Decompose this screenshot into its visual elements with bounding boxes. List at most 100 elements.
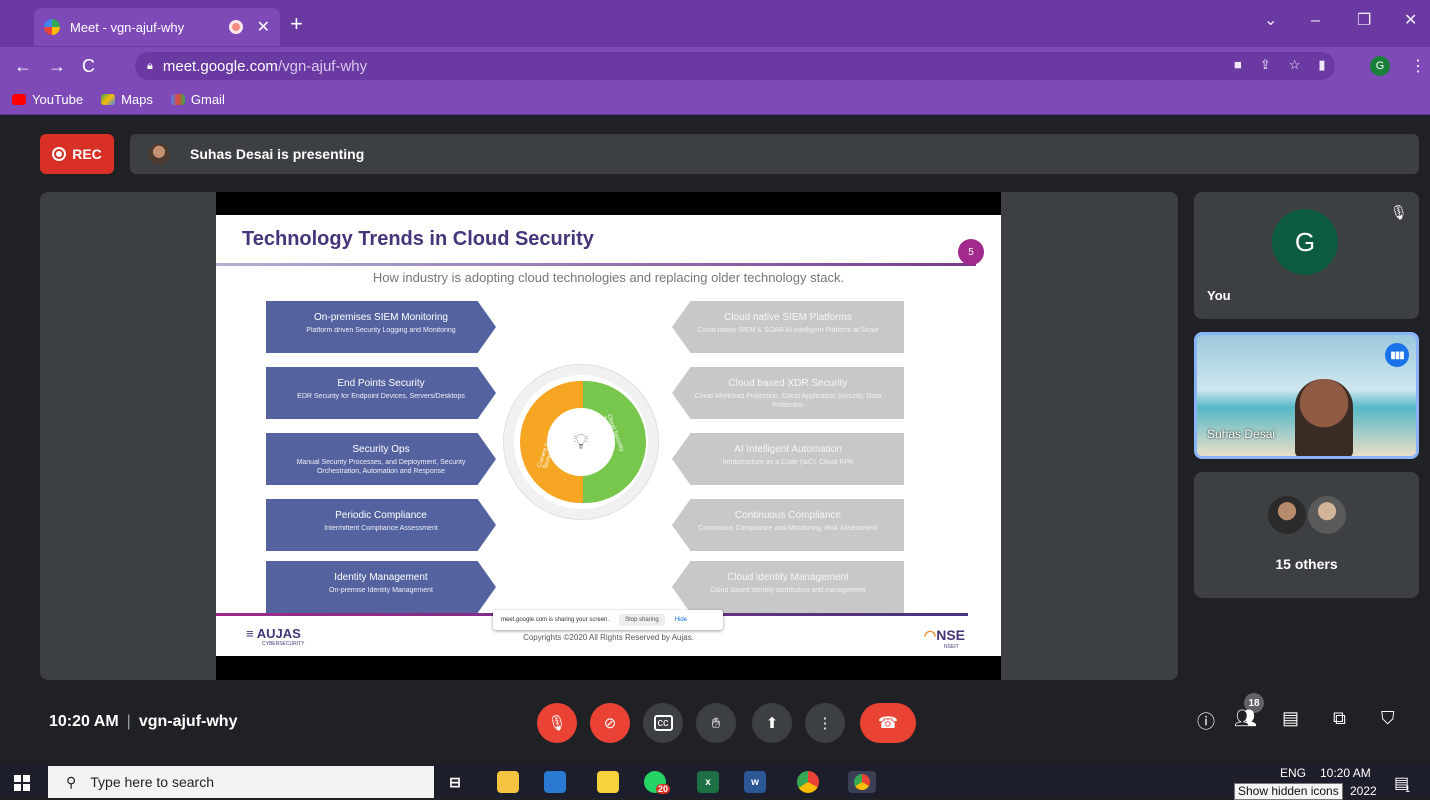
bookmark-maps[interactable]: Maps	[101, 92, 153, 107]
url-path: /vgn-ajuf-why	[277, 57, 368, 75]
left-item: Identity Management On-premise Identity M…	[266, 561, 496, 613]
left-item-head: Identity Management	[334, 572, 428, 583]
windows-start-icon[interactable]	[14, 775, 30, 791]
avatar	[1266, 494, 1308, 536]
activities-icon[interactable]: ⧉	[1333, 708, 1346, 729]
tray-time[interactable]: 10:20 AM	[1320, 766, 1371, 781]
presenter-video	[1295, 379, 1353, 456]
file-explorer-icon[interactable]	[497, 771, 519, 793]
star-icon[interactable]: ☆	[1289, 57, 1301, 73]
url-domain: meet.google.com	[162, 57, 278, 75]
mic-off-icon: 🎙︎	[547, 715, 567, 732]
right-item: Continuous Compliance Continuous Complian…	[672, 499, 904, 551]
participant-tile-you[interactable]: G You 🎙︎	[1194, 192, 1419, 319]
notification-center-icon[interactable]: ▤1	[1394, 773, 1414, 794]
left-item-desc: Platform driven Security Logging and Mon…	[306, 327, 456, 334]
whatsapp-icon[interactable]: 20	[644, 771, 670, 794]
right-item-desc: Cloud native SIEM & SOAR AI intelligent …	[697, 327, 879, 334]
left-item-head: On-premises SIEM Monitoring	[314, 312, 448, 323]
side-panel-icon[interactable]: ▮	[1318, 57, 1325, 73]
right-item: Cloud native SIEM Platforms Cloud native …	[672, 301, 904, 353]
recording-indicator-icon	[228, 20, 243, 34]
chrome-meet-icon[interactable]	[848, 771, 876, 793]
separator: |	[126, 713, 131, 730]
notification-count: 1	[1405, 784, 1411, 794]
address-bar[interactable]: 🔒︎ meet.google.com/vgn-ajuf-why	[135, 52, 1335, 80]
sticky-notes-icon[interactable]	[597, 771, 619, 793]
reload-icon[interactable]: C	[82, 55, 95, 77]
left-item-desc: Manual Security Processes, and Deploymen…	[296, 459, 466, 475]
task-view-icon[interactable]: ⊟	[444, 771, 466, 793]
host-controls-icon[interactable]: ⛉	[1381, 708, 1395, 729]
share-notice-text: meet.google.com is sharing your screen.	[501, 617, 610, 623]
more-options-button[interactable]: ⋮	[805, 703, 845, 743]
phone-hangup-icon: ☎︎	[878, 715, 898, 732]
slide-title: Technology Trends in Cloud Security	[242, 228, 594, 250]
center-circle: Current Security Technologies Cloud Secu…	[504, 365, 658, 519]
left-item: End Points Security EDR Security for Endp…	[266, 367, 496, 419]
stop-sharing-button[interactable]: Stop sharing	[619, 614, 665, 626]
participant-tile-presenter[interactable]: Suhas Desai ▮▮▮	[1194, 332, 1419, 459]
present-button[interactable]: ⬆	[752, 703, 792, 743]
mic-off-icon: 🎙︎	[1390, 204, 1408, 220]
hide-button[interactable]: Hide	[675, 617, 687, 623]
mic-toggle-button[interactable]: 🎙︎	[537, 703, 577, 743]
camera-off-icon: ⊘	[603, 715, 617, 732]
meeting-code: vgn-ajuf-why	[138, 713, 238, 730]
camera-toggle-button[interactable]: ⊘	[590, 703, 630, 743]
meeting-details-icon[interactable]: ⓘ	[1197, 708, 1215, 734]
left-item-desc: EDR Security for Endpoint Devices, Serve…	[297, 393, 465, 400]
people-icon[interactable]: 👥︎	[1234, 708, 1257, 729]
minimize-button[interactable]: –	[1311, 12, 1320, 30]
left-item: On-premises SIEM Monitoring Platform driv…	[266, 301, 496, 353]
word-icon[interactable]: w	[744, 771, 766, 793]
you-label: You	[1207, 288, 1231, 303]
taskbar-search[interactable]: ⚲ Type here to search	[48, 766, 434, 798]
menu-kebab-icon[interactable]: ⋮	[1410, 56, 1426, 76]
restore-button[interactable]: ❐	[1357, 12, 1371, 30]
excel-icon[interactable]: x	[697, 771, 719, 793]
meeting-info: 10:20 AM | vgn-ajuf-why	[49, 713, 237, 731]
bookmark-youtube[interactable]: YouTube	[12, 92, 83, 107]
search-icon: ⚲	[66, 773, 77, 790]
search-placeholder: Type here to search	[90, 774, 215, 790]
close-window-button[interactable]: ✕	[1404, 12, 1417, 30]
nse-logo-text: NSE	[936, 627, 966, 643]
lock-icon[interactable]: 🔒︎	[147, 60, 153, 73]
meeting-time: 10:20 AM	[49, 713, 119, 730]
left-item-head: End Points Security	[337, 378, 425, 389]
hand-icon: ✋︎	[711, 714, 721, 732]
camera-icon[interactable]: ■	[1234, 57, 1242, 73]
tab-search-icon[interactable]: ⌄	[1264, 12, 1277, 30]
nse-logo-mark: ◠	[924, 627, 937, 643]
presenter-name: Suhas Desai	[1207, 427, 1276, 441]
tab-close-icon[interactable]: ✕	[257, 17, 270, 37]
chrome-icon[interactable]	[797, 771, 819, 793]
tab-meet[interactable]: Meet - vgn-ajuf-why ✕	[34, 8, 280, 46]
leave-call-button[interactable]: ☎︎	[860, 703, 916, 743]
bookmark-gmail[interactable]: Gmail	[170, 92, 225, 107]
language-indicator[interactable]: ENG	[1280, 766, 1306, 781]
share-icon[interactable]: ⇪	[1260, 57, 1271, 73]
store-icon[interactable]	[544, 771, 566, 793]
tray-date[interactable]: 2022	[1350, 784, 1377, 799]
you-avatar: G	[1272, 209, 1338, 275]
profile-avatar[interactable]: G	[1370, 56, 1390, 76]
right-item-desc: Infrastructure as a Code (IaC), Cloud RP…	[722, 459, 854, 466]
back-arrow-icon[interactable]: ←	[14, 55, 32, 77]
slide-page-number: 5	[958, 239, 984, 265]
right-item-desc: Continuous Compliance and Monitoring, Ri…	[698, 525, 878, 532]
new-tab-button[interactable]: +	[290, 13, 303, 35]
chat-icon[interactable]: ▤	[1282, 708, 1299, 729]
toolbar-icons: ■ ⇪ ☆ ▮	[1234, 57, 1326, 73]
rec-label: REC	[72, 146, 102, 162]
raise-hand-button[interactable]: ✋︎	[696, 703, 736, 743]
slide-subtitle: How industry is adopting cloud technolog…	[372, 270, 845, 285]
participant-tile-others[interactable]: 15 others	[1194, 472, 1419, 598]
recording-button[interactable]: REC	[40, 134, 114, 174]
meet-favicon-icon	[44, 19, 60, 35]
forward-arrow-icon[interactable]: →	[48, 55, 66, 77]
presenting-banner: Suhas Desai is presenting	[130, 134, 1419, 174]
right-item-head: AI Intelligent Automation	[734, 444, 842, 455]
captions-button[interactable]: cc	[643, 703, 683, 743]
